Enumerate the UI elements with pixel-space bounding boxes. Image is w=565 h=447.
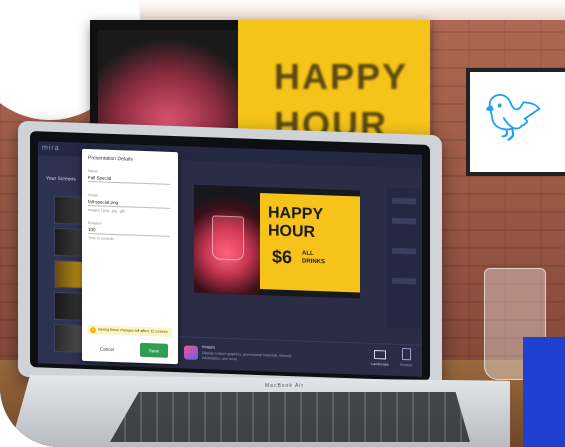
laptop-screen: mira Your Screens HAPPY HOUR $6 ALL DRIN… — [38, 141, 422, 377]
preview-line2: HOUR — [268, 222, 316, 241]
laptop-keyboard — [110, 392, 470, 442]
preview-price-sub2: DRINKS — [302, 258, 326, 266]
image-field[interactable]: fall-special.png — [88, 198, 170, 209]
preview-price-sub1: ALL — [302, 250, 314, 257]
app-title: Images — [202, 344, 216, 350]
notice-text: Saving these changes will affect 32 scre… — [98, 327, 168, 334]
orientation-portrait-option[interactable]: Portrait — [394, 347, 418, 368]
landscape-icon — [374, 350, 386, 360]
duration-field-label: Duration — [88, 221, 102, 226]
wall-twitter-poster: 🐦︎ — [466, 68, 565, 176]
app-description: Display custom graphics, promotional mat… — [202, 351, 292, 362]
name-field[interactable]: Fall Special — [88, 174, 170, 185]
orientation-landscape-label: Landscape — [371, 361, 389, 367]
twitter-bird-icon: 🐦︎ — [484, 91, 543, 143]
cancel-button[interactable]: Cancel — [92, 343, 122, 354]
duration-field[interactable]: 100 — [88, 226, 170, 237]
preview-price: $6 — [272, 246, 293, 268]
scene: HAPPY HOUR 🐦︎ mira Your Screens HAPPY HO… — [0, 0, 565, 447]
warning-icon: ! — [90, 326, 96, 333]
images-app-icon — [184, 345, 198, 360]
orientation-landscape-option[interactable]: Landscape — [368, 350, 392, 367]
presentation-details-panel: Presentation Details Name Fall Special I… — [82, 148, 178, 365]
preview-glass — [212, 215, 244, 261]
side-panel-item[interactable] — [392, 247, 416, 255]
right-side-panel — [386, 187, 422, 329]
panel-title: Presentation Details — [88, 155, 133, 163]
save-button[interactable]: Save — [140, 342, 168, 358]
preview-line1: HAPPY — [268, 204, 324, 224]
side-panel-item[interactable] — [392, 217, 416, 225]
blue-corner-accent — [523, 337, 565, 447]
preview-yellow-panel: HAPPY HOUR $6 ALL DRINKS — [260, 193, 360, 293]
laptop-brand-label: MacBook Air — [265, 383, 305, 389]
app-logo[interactable]: mira — [42, 144, 60, 152]
sidebar-title: Your Screens — [46, 175, 76, 183]
orientation-portrait-label: Portrait — [400, 362, 412, 368]
side-panel-item[interactable] — [392, 277, 416, 285]
save-warning-notice: ! Saving these changes will affect 32 sc… — [88, 325, 172, 337]
side-panel-item[interactable] — [392, 197, 416, 205]
portrait-icon — [401, 347, 411, 361]
image-field-label: Image — [88, 193, 98, 198]
wall-poster-line1: HAPPY — [274, 56, 409, 97]
preview-drink-image — [194, 184, 260, 296]
name-field-label: Name — [88, 169, 98, 174]
presentation-preview: HAPPY HOUR $6 ALL DRINKS — [194, 184, 360, 299]
image-field-hint: Images (.png, .jpg, .gif) — [88, 208, 125, 214]
duration-field-hint: Time in seconds — [88, 236, 115, 241]
